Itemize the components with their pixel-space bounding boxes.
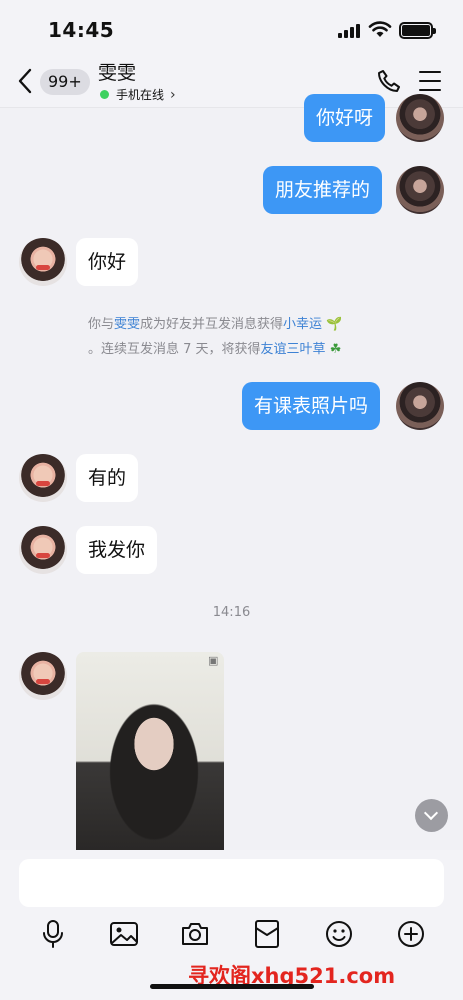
- lucky-badge-link[interactable]: 小幸运: [283, 317, 322, 332]
- contact-avatar[interactable]: [19, 454, 67, 502]
- red-packet-icon[interactable]: [252, 918, 282, 950]
- my-avatar[interactable]: [396, 94, 444, 142]
- back-icon[interactable]: [14, 66, 38, 96]
- message-bubble-incoming[interactable]: 我发你: [76, 526, 158, 574]
- chat-header: 99+ 雯雯 手机在线 ›: [0, 58, 463, 108]
- online-dot-icon: [100, 90, 109, 99]
- emoji-icon[interactable]: [324, 918, 354, 950]
- input-bar: 寻欢阁xhg521.com: [0, 850, 463, 1000]
- contact-avatar[interactable]: [19, 238, 67, 286]
- contact-name-link[interactable]: 雯雯: [114, 317, 140, 332]
- camera-icon[interactable]: [180, 918, 210, 950]
- message-bubble-outgoing[interactable]: 你好呀: [304, 94, 386, 142]
- contact-avatar[interactable]: [19, 526, 67, 574]
- microphone-icon[interactable]: [38, 918, 68, 950]
- message-timestamp: 14:16: [212, 605, 251, 620]
- status-time: 14:45: [48, 18, 115, 42]
- phone-call-icon[interactable]: [376, 68, 402, 94]
- photo-message[interactable]: ▣: [76, 652, 224, 850]
- my-avatar[interactable]: [396, 166, 444, 214]
- plus-icon[interactable]: [396, 918, 426, 950]
- message-bubble-incoming[interactable]: 你好: [76, 238, 139, 286]
- message-bubble-incoming[interactable]: 有的: [76, 454, 139, 502]
- online-status[interactable]: 手机在线 ›: [100, 86, 176, 103]
- system-notice: 你与雯雯成为好友并互发消息获得小幸运 🌱 。连续互发消息 7 天，将获得友谊三叶…: [88, 317, 343, 357]
- clover-icon: ☘: [329, 342, 342, 357]
- contact-name[interactable]: 雯雯: [98, 58, 136, 85]
- online-status-text: 手机在线: [116, 88, 165, 102]
- contact-avatar[interactable]: [19, 652, 67, 700]
- home-indicator[interactable]: [150, 984, 314, 989]
- image-icon[interactable]: [109, 918, 139, 950]
- clover-badge-link[interactable]: 友谊三叶草: [261, 342, 326, 357]
- unread-count-badge[interactable]: 99+: [40, 69, 90, 95]
- sprout-icon: 🌱: [326, 317, 343, 332]
- photo-icon: ▣: [208, 654, 219, 667]
- my-avatar[interactable]: [396, 382, 444, 430]
- battery-icon: [399, 22, 436, 39]
- wifi-icon: [368, 21, 392, 37]
- chevron-right-icon: ›: [170, 86, 176, 103]
- message-bubble-outgoing[interactable]: 有课表照片吗: [242, 382, 381, 430]
- status-bar: 14:45: [0, 0, 463, 58]
- message-input[interactable]: [19, 859, 444, 907]
- scroll-to-bottom-button[interactable]: [415, 799, 448, 832]
- message-bubble-outgoing[interactable]: 朋友推荐的: [263, 166, 383, 214]
- cellular-signal-icon: [338, 22, 362, 38]
